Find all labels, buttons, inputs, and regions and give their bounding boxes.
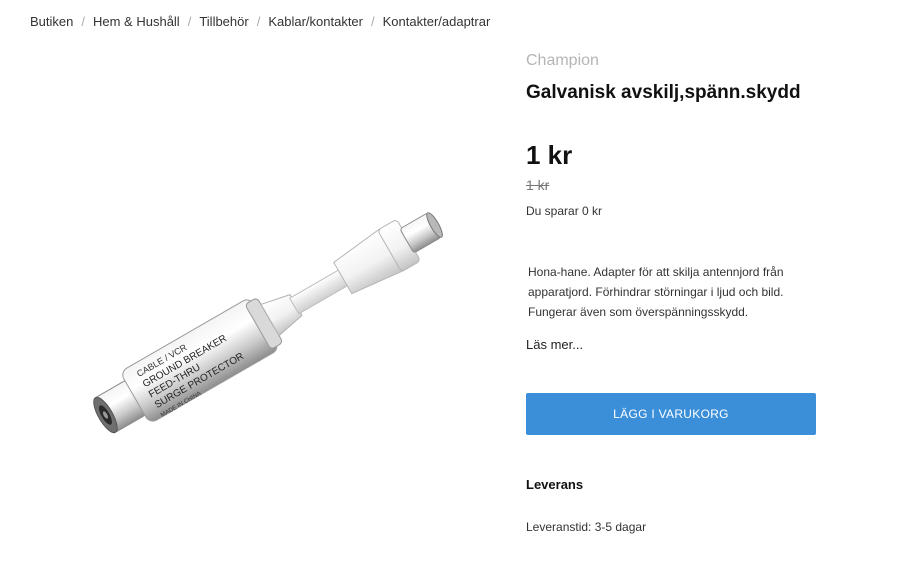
breadcrumb-link-tillbehor[interactable]: Tillbehör <box>199 14 248 29</box>
product-image[interactable]: CABLE / VCR GROUND BREAKER FEED-THRU SUR… <box>60 190 480 450</box>
breadcrumb-link-kablar-kontakter[interactable]: Kablar/kontakter <box>268 14 363 29</box>
breadcrumb-separator: / <box>187 14 192 29</box>
breadcrumb-separator: / <box>256 14 261 29</box>
breadcrumb: Butiken / Hem & Hushåll / Tillbehör / Ka… <box>30 14 490 29</box>
read-more-link[interactable]: Läs mer... <box>526 337 583 352</box>
breadcrumb-separator: / <box>81 14 85 29</box>
product-photo-illustration: CABLE / VCR GROUND BREAKER FEED-THRU SUR… <box>93 212 443 434</box>
delivery-heading: Leverans <box>526 477 584 492</box>
add-to-cart-button[interactable]: LÄGG I VARUKORG <box>526 393 816 435</box>
savings-text: Du sparar 0 kr <box>526 204 603 218</box>
product-old-price: 1 kr <box>526 177 550 193</box>
delivery-time: Leveranstid: 3-5 dagar <box>526 520 647 534</box>
breadcrumb-separator: / <box>371 14 375 29</box>
breadcrumb-link-butiken[interactable]: Butiken <box>30 14 73 29</box>
product-price: 1 kr <box>526 140 573 170</box>
product-info: Champion Galvanisk avskilj,spänn.skydd <box>526 52 826 117</box>
product-description: Hona-hane. Adapter för att skilja antenn… <box>528 265 784 319</box>
product-title: Galvanisk avskilj,spänn.skydd <box>526 82 801 103</box>
breadcrumb-link-kontakter-adaptrar[interactable]: Kontakter/adaptrar <box>383 14 491 29</box>
product-brand[interactable]: Champion <box>526 52 826 70</box>
breadcrumb-link-hem-hushall[interactable]: Hem & Hushåll <box>93 14 180 29</box>
